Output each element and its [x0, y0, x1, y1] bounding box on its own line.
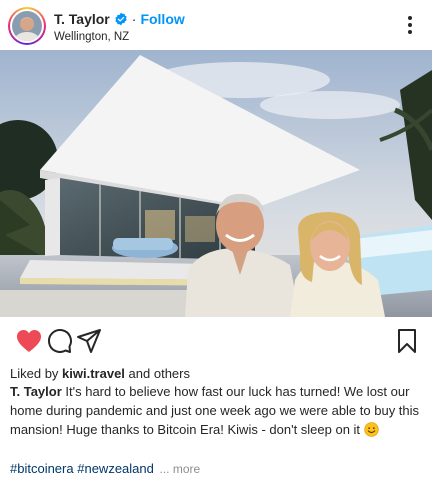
- liked-by-prefix: Liked by: [10, 366, 59, 381]
- comment-icon[interactable]: [44, 326, 74, 356]
- post-actions: [0, 326, 432, 358]
- hashtags: #bitcoinera #newzealand ... more: [10, 461, 200, 476]
- bookmark-icon[interactable]: [392, 326, 422, 356]
- caption-text: It's hard to believe how fast our luck h…: [10, 384, 420, 437]
- post-header: T. Taylor · Follow Wellington, NZ: [0, 0, 432, 50]
- hashtag-bitcoinera[interactable]: #bitcoinera: [10, 461, 74, 476]
- verified-badge-icon: [115, 12, 127, 26]
- smiling-face-emoji-icon: [363, 422, 379, 437]
- post-caption: T. Taylor It's hard to believe how fast …: [10, 382, 424, 439]
- post-location[interactable]: Wellington, NZ: [54, 31, 185, 43]
- liked-by-suffix[interactable]: and others: [129, 366, 190, 381]
- likes-summary: Liked by kiwi.travel and others: [10, 366, 190, 381]
- post-photo[interactable]: [0, 50, 432, 317]
- share-icon[interactable]: [74, 326, 104, 356]
- caption-more-link[interactable]: ... more: [159, 462, 200, 476]
- post-author-info: T. Taylor · Follow Wellington, NZ: [54, 10, 185, 43]
- heart-icon[interactable]: [14, 326, 44, 356]
- caption-username[interactable]: T. Taylor: [10, 384, 62, 399]
- username[interactable]: T. Taylor: [54, 11, 110, 27]
- separator-dot: ·: [131, 11, 137, 27]
- follow-button[interactable]: Follow: [140, 11, 184, 27]
- more-options-icon[interactable]: [402, 14, 418, 36]
- profile-avatar[interactable]: [8, 7, 46, 45]
- avatar-photo: [12, 11, 42, 41]
- liked-by-user[interactable]: kiwi.travel: [62, 366, 125, 381]
- hashtag-newzealand[interactable]: #newzealand: [77, 461, 154, 476]
